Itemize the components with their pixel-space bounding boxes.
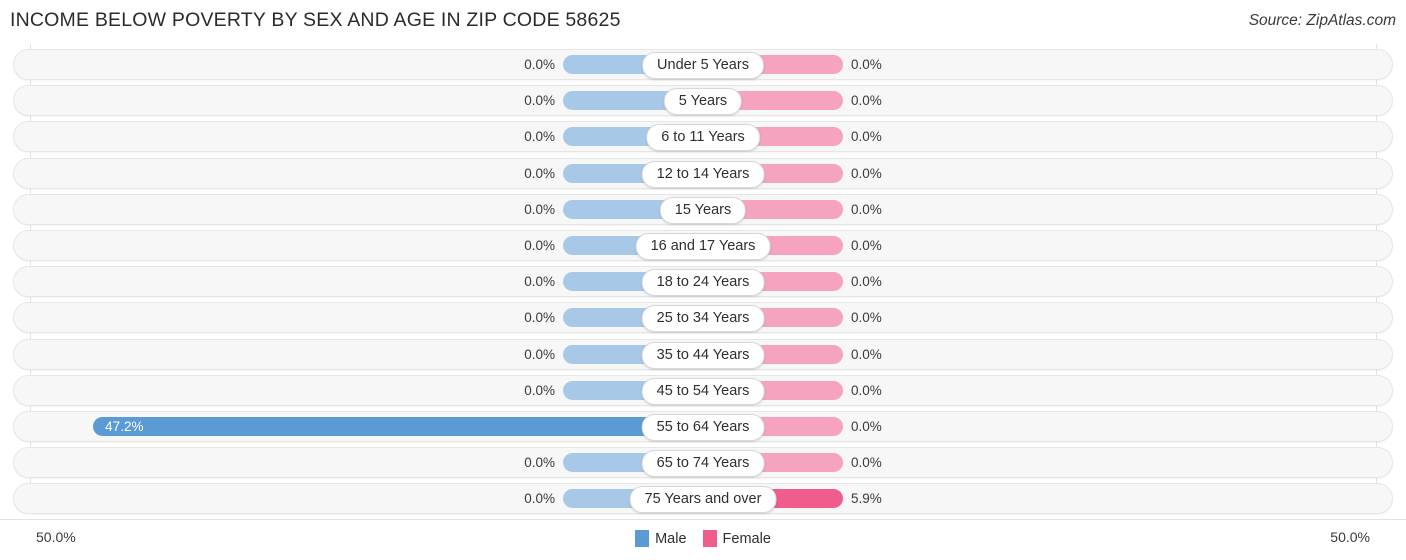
chart-row: 0.0% 0.0% 35 to 44 Years	[0, 338, 1406, 370]
chart-row: 0.0% 0.0% 12 to 14 Years	[0, 157, 1406, 189]
value-label-male: 47.2%	[105, 418, 144, 434]
chart-row: 0.0% 0.0% 5 Years	[0, 85, 1406, 117]
chart-row: 0.0% 0.0% Under 5 Years	[0, 49, 1406, 80]
category-label: 25 to 34 Years	[641, 305, 765, 333]
value-label-female: 0.0%	[851, 201, 882, 217]
legend-swatch-female-icon	[702, 530, 717, 547]
value-label-male: 0.0%	[524, 346, 555, 362]
value-label-male: 0.0%	[524, 491, 555, 507]
value-label-female: 0.0%	[851, 346, 882, 362]
chart-row: 0.0% 0.0% 15 Years	[0, 193, 1406, 225]
category-label: 35 to 44 Years	[641, 341, 765, 369]
chart-row: 0.0% 0.0% 18 to 24 Years	[0, 266, 1406, 298]
value-label-female: 0.0%	[851, 310, 882, 326]
value-label-male: 0.0%	[524, 274, 555, 290]
value-label-male: 0.0%	[524, 93, 555, 109]
category-label: 5 Years	[663, 88, 743, 116]
source-attribution: Source: ZipAtlas.com	[1248, 12, 1396, 29]
value-label-female: 0.0%	[851, 237, 882, 253]
value-label-male: 0.0%	[524, 165, 555, 181]
category-label: 45 to 54 Years	[641, 377, 765, 405]
value-label-male: 0.0%	[524, 129, 555, 145]
value-label-male: 0.0%	[524, 455, 555, 471]
chart-row: 0.0% 0.0% 6 to 11 Years	[0, 121, 1406, 153]
value-label-female: 0.0%	[851, 382, 882, 398]
chart-row: 0.0% 5.9% 75 Years and over	[0, 483, 1406, 515]
legend-label-female: Female	[722, 530, 771, 547]
legend-label-male: Male	[655, 530, 687, 547]
chart-row: 0.0% 0.0% 25 to 34 Years	[0, 302, 1406, 334]
page-title: INCOME BELOW POVERTY BY SEX AND AGE IN Z…	[10, 9, 621, 31]
chart-row: 0.0% 0.0% 45 to 54 Years	[0, 374, 1406, 406]
legend-swatch-male-icon	[635, 530, 650, 547]
value-label-female: 0.0%	[851, 165, 882, 181]
legend-item-male[interactable]: Male	[635, 530, 687, 547]
category-label: 65 to 74 Years	[641, 450, 765, 478]
chart-legend: Male Female	[0, 530, 1406, 547]
category-label: 16 and 17 Years	[635, 232, 771, 260]
chart-plot-area: 0.0% 0.0% Under 5 Years 0.0% 0.0% 5 Years 0.0%…	[0, 44, 1406, 519]
category-label: 18 to 24 Years	[641, 269, 765, 297]
chart-rows: 0.0% 0.0% Under 5 Years 0.0% 0.0% 5 Years 0.0%…	[0, 49, 1406, 519]
value-label-male: 0.0%	[524, 201, 555, 217]
chart-row: 0.0% 0.0% 65 to 74 Years	[0, 447, 1406, 479]
value-label-female: 0.0%	[851, 418, 882, 434]
chart-footer: 50.0% 50.0% Male Female	[0, 519, 1406, 560]
value-label-male: 0.0%	[524, 382, 555, 398]
category-label: 6 to 11 Years	[646, 124, 760, 152]
value-label-female: 0.0%	[851, 455, 882, 471]
value-label-female: 0.0%	[851, 57, 882, 72]
category-label: 55 to 64 Years	[641, 413, 765, 441]
category-label: Under 5 Years	[642, 52, 764, 79]
chart-header: INCOME BELOW POVERTY BY SEX AND AGE IN Z…	[0, 0, 1406, 44]
legend-item-female[interactable]: Female	[702, 530, 771, 547]
value-label-male: 0.0%	[524, 57, 555, 72]
bar-male[interactable]	[93, 416, 703, 436]
value-label-female: 0.0%	[851, 129, 882, 145]
value-label-female: 5.9%	[851, 491, 882, 507]
value-label-female: 0.0%	[851, 93, 882, 109]
category-label: 12 to 14 Years	[641, 160, 765, 188]
value-label-male: 0.0%	[524, 237, 555, 253]
category-label: 15 Years	[659, 196, 747, 224]
chart-row: 0.0% 0.0% 16 and 17 Years	[0, 229, 1406, 261]
value-label-male: 0.0%	[524, 310, 555, 326]
value-label-female: 0.0%	[851, 274, 882, 290]
category-label: 75 Years and over	[629, 486, 777, 514]
chart-row: 47.2% 0.0% 55 to 64 Years	[0, 410, 1406, 442]
